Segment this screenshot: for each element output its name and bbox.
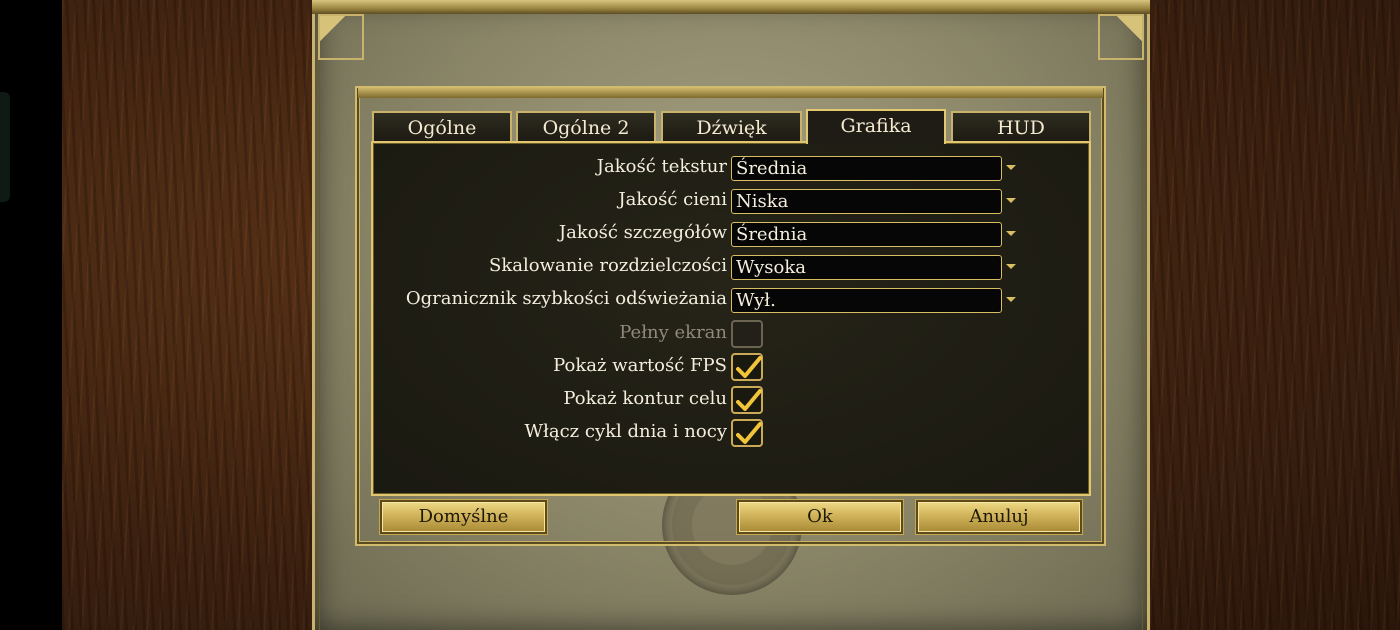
checkmark-icon — [736, 389, 762, 411]
show-fps-checkbox[interactable] — [731, 353, 763, 381]
texture-quality-select[interactable]: Średnia — [731, 156, 1002, 181]
chevron-down-icon[interactable] — [1006, 165, 1016, 170]
tab-ogolne[interactable]: Ogólne — [372, 111, 512, 142]
day-night-cycle-label: Włącz cykl dnia i nocy — [524, 421, 727, 442]
day-night-cycle-checkbox[interactable] — [731, 419, 763, 447]
dialog-top-trim — [358, 88, 1103, 98]
corner-ornament-left — [318, 14, 364, 60]
shadow-quality-select[interactable]: Niska — [731, 189, 1002, 214]
checkmark-icon — [736, 356, 762, 378]
tab-hud[interactable]: HUD — [951, 111, 1091, 142]
ok-button[interactable]: Ok — [737, 500, 903, 534]
show-target-outline-label: Pokaż kontur celu — [563, 388, 727, 409]
frame-limiter-label: Ogranicznik szybkości odświeżania — [405, 288, 727, 309]
corner-ornament-right — [1098, 14, 1144, 60]
texture-quality-label: Jakość tekstur — [596, 156, 727, 177]
tab-dzwiek[interactable]: Dźwięk — [661, 111, 802, 142]
resolution-scaling-label: Skalowanie rozdzielczości — [489, 255, 727, 276]
shadow-quality-label: Jakość cieni — [618, 189, 727, 210]
fullscreen-checkbox[interactable] — [731, 320, 763, 348]
frame-limiter-select[interactable]: Wył. — [731, 288, 1002, 313]
checkmark-icon — [736, 422, 762, 444]
chevron-down-icon[interactable] — [1006, 297, 1016, 302]
chevron-down-icon[interactable] — [1006, 231, 1016, 236]
detail-quality-label: Jakość szczegółów — [558, 222, 727, 243]
frame-top-trim — [312, 0, 1150, 14]
defaults-button[interactable]: Domyślne — [380, 500, 547, 534]
tab-grafika[interactable]: Grafika — [806, 109, 946, 144]
resolution-scaling-select[interactable]: Wysoka — [731, 255, 1002, 280]
side-handle — [0, 92, 10, 202]
fullscreen-label: Pełny ekran — [619, 322, 727, 343]
tab-ogolne-2[interactable]: Ogólne 2 — [516, 111, 656, 142]
cancel-button[interactable]: Anuluj — [916, 500, 1082, 534]
show-fps-label: Pokaż wartość FPS — [553, 355, 727, 376]
chevron-down-icon[interactable] — [1006, 264, 1016, 269]
chevron-down-icon[interactable] — [1006, 198, 1016, 203]
show-target-outline-checkbox[interactable] — [731, 386, 763, 414]
detail-quality-select[interactable]: Średnia — [731, 222, 1002, 247]
